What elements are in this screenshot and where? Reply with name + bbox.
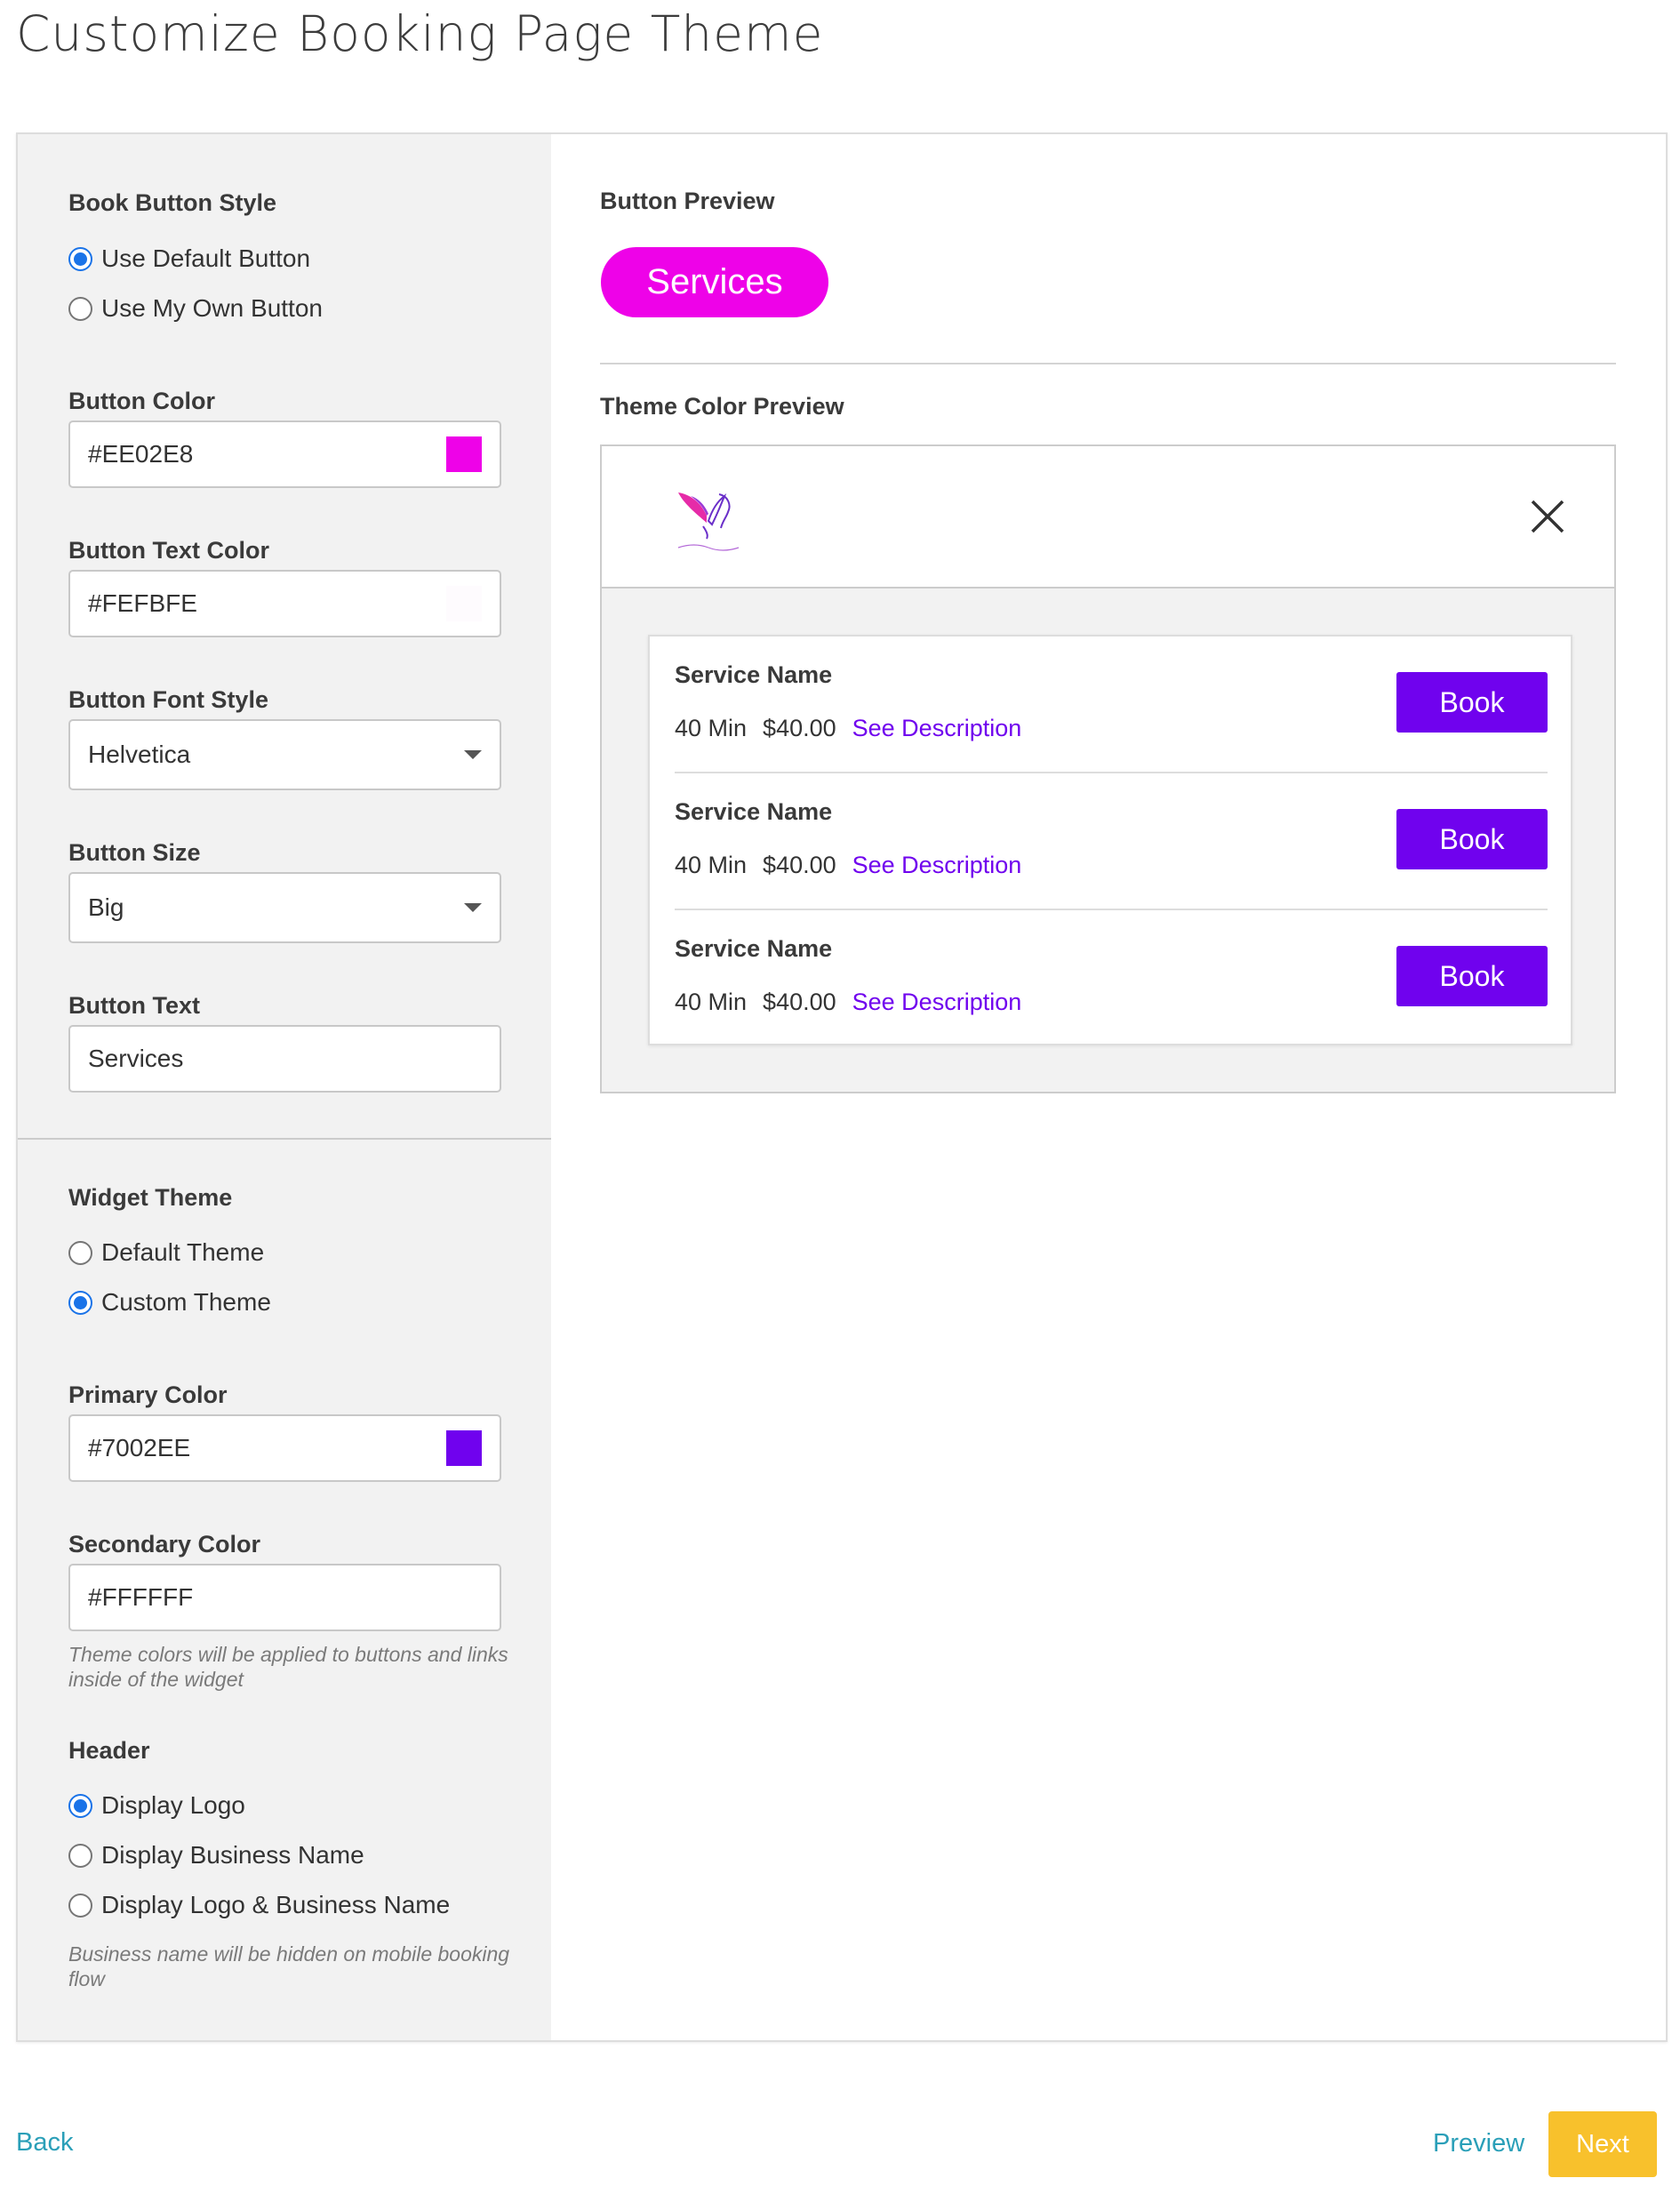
radio-checked-icon[interactable] xyxy=(68,1793,92,1818)
theme-color-preview-label: Theme Color Preview xyxy=(600,393,844,420)
service-name: Service Name xyxy=(675,798,833,825)
theme-colors-hint: Theme colors will be applied to buttons … xyxy=(68,1643,508,1691)
radio-label: Display Logo & Business Name xyxy=(101,1891,451,1918)
radio-label: Custom Theme xyxy=(101,1288,271,1316)
color-swatch[interactable] xyxy=(446,586,482,621)
secondary-color-label: Secondary Color xyxy=(68,1531,261,1557)
radio-custom-theme[interactable]: Custom Theme xyxy=(68,1286,271,1318)
preview-divider xyxy=(600,363,1616,364)
settings-panel: Book Button Style Use Default Button Use… xyxy=(16,132,1668,2042)
book-button[interactable]: Book xyxy=(1396,672,1548,733)
book-button-style-label: Book Button Style xyxy=(68,189,276,216)
primary-color-label: Primary Color xyxy=(68,1381,228,1408)
radio-label: Use My Own Button xyxy=(101,294,323,322)
see-description-link[interactable]: See Description xyxy=(852,715,1022,741)
secondary-color-value: #FFFFFF xyxy=(88,1583,194,1611)
button-text-value: Services xyxy=(88,1045,184,1072)
business-name-hint: Business name will be hidden on mobile b… xyxy=(68,1942,510,1990)
radio-default-theme[interactable]: Default Theme xyxy=(68,1237,264,1269)
service-meta: 40 Min $40.00 See Description xyxy=(675,715,1021,742)
radio-unchecked-icon[interactable] xyxy=(68,1893,92,1918)
secondary-color-input[interactable]: #FFFFFF xyxy=(68,1564,501,1631)
radio-checked-icon[interactable] xyxy=(68,1290,92,1315)
service-price: $40.00 xyxy=(763,715,836,741)
theme-color-preview: Service Name 40 Min $40.00 See Description… xyxy=(600,444,1616,1093)
color-swatch[interactable] xyxy=(446,436,482,472)
preview-link[interactable]: Preview xyxy=(1433,2129,1524,2158)
service-meta: 40 Min $40.00 See Description xyxy=(675,989,1021,1016)
page-title: Customize Booking Page Theme xyxy=(16,5,824,62)
chevron-down-icon xyxy=(464,903,482,912)
radio-display-business-name[interactable]: Display Business Name xyxy=(68,1839,364,1871)
widget-header xyxy=(602,446,1614,589)
radio-label: Default Theme xyxy=(101,1238,265,1266)
back-link[interactable]: Back xyxy=(16,2128,73,2158)
radio-display-logo[interactable]: Display Logo xyxy=(68,1790,245,1822)
radio-label: Use Default Button xyxy=(101,244,311,272)
radio-unchecked-icon[interactable] xyxy=(68,296,92,321)
header-label: Header xyxy=(68,1737,150,1764)
button-text-color-value: #FEFBFE xyxy=(88,589,197,617)
button-text-input[interactable]: Services xyxy=(68,1025,501,1093)
button-text-color-input[interactable]: #FEFBFE xyxy=(68,570,501,637)
book-button[interactable]: Book xyxy=(1396,809,1548,869)
button-font-style-value: Helvetica xyxy=(88,741,191,768)
button-text-label: Button Text xyxy=(68,992,200,1019)
close-icon[interactable] xyxy=(1529,498,1566,535)
settings-sidebar: Book Button Style Use Default Button Use… xyxy=(18,134,551,2040)
radio-use-my-own-button[interactable]: Use My Own Button xyxy=(68,292,323,324)
button-size-value: Big xyxy=(88,893,124,921)
service-duration: 40 Min xyxy=(675,715,748,741)
radio-unchecked-icon[interactable] xyxy=(68,1843,92,1868)
butterfly-logo-icon xyxy=(677,492,740,551)
service-name: Service Name xyxy=(675,935,833,962)
radio-label: Display Logo xyxy=(101,1791,245,1819)
widget-theme-label: Widget Theme xyxy=(68,1184,233,1211)
button-color-input[interactable]: #EE02E8 xyxy=(68,420,501,488)
button-preview[interactable]: Services xyxy=(601,247,828,317)
button-font-style-label: Button Font Style xyxy=(68,686,268,713)
radio-use-default-button[interactable]: Use Default Button xyxy=(68,243,310,275)
book-button[interactable]: Book xyxy=(1396,946,1548,1006)
service-duration: 40 Min xyxy=(675,852,748,878)
button-color-value: #EE02E8 xyxy=(88,440,194,468)
list-item: Service Name 40 Min $40.00 See Description… xyxy=(675,773,1548,910)
button-size-select[interactable]: Big xyxy=(68,872,501,943)
primary-color-input[interactable]: #7002EE xyxy=(68,1414,501,1482)
see-description-link[interactable]: See Description xyxy=(852,852,1022,878)
section-divider xyxy=(18,1138,551,1140)
primary-color-value: #7002EE xyxy=(88,1434,191,1461)
color-swatch[interactable] xyxy=(446,1430,482,1466)
service-price: $40.00 xyxy=(763,989,836,1015)
service-price: $40.00 xyxy=(763,852,836,878)
see-description-link[interactable]: See Description xyxy=(852,989,1022,1015)
list-item: Service Name 40 Min $40.00 See Description… xyxy=(675,637,1548,773)
list-item: Service Name 40 Min $40.00 See Description… xyxy=(675,910,1548,1047)
chevron-down-icon xyxy=(464,750,482,759)
service-list: Service Name 40 Min $40.00 See Description… xyxy=(648,635,1572,1045)
radio-unchecked-icon[interactable] xyxy=(68,1240,92,1265)
button-size-label: Button Size xyxy=(68,839,201,866)
service-meta: 40 Min $40.00 See Description xyxy=(675,852,1021,879)
next-button[interactable]: Next xyxy=(1548,2111,1657,2177)
button-text-color-label: Button Text Color xyxy=(68,537,269,564)
button-color-label: Button Color xyxy=(68,388,215,414)
radio-label: Display Business Name xyxy=(101,1841,364,1869)
radio-checked-icon[interactable] xyxy=(68,246,92,271)
button-font-style-select[interactable]: Helvetica xyxy=(68,719,501,790)
radio-display-logo-and-business-name[interactable]: Display Logo & Business Name xyxy=(68,1889,450,1921)
service-name: Service Name xyxy=(675,661,833,688)
service-duration: 40 Min xyxy=(675,989,748,1015)
button-preview-label: Button Preview xyxy=(600,188,775,214)
